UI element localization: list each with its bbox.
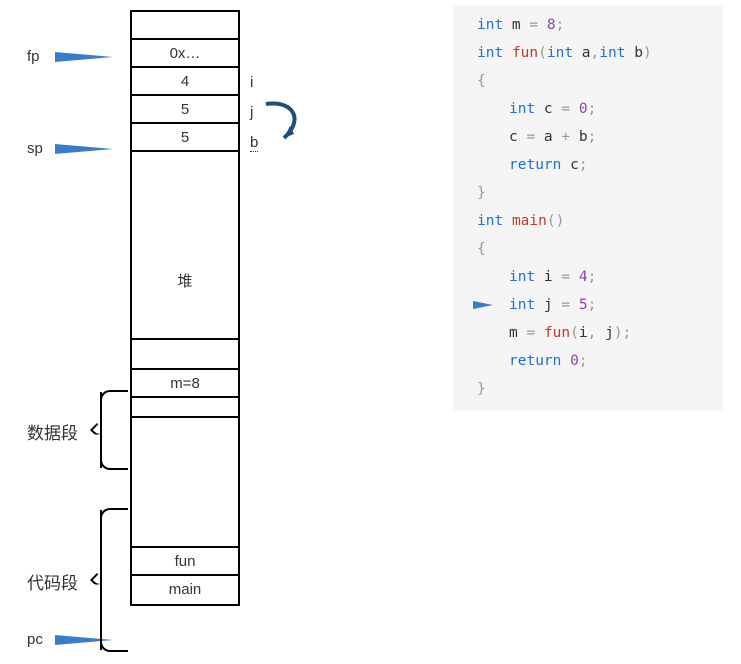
data-seg-bottom (132, 398, 238, 418)
code-cell-fun: fun (132, 548, 238, 576)
code-line: c = a + b; (477, 123, 713, 151)
code-segment-label: 代码段 (27, 569, 78, 594)
fp-arrow-icon (55, 52, 113, 62)
code-block: int m = 8;int fun(int a,int b){int c = 0… (453, 5, 723, 411)
anno-b: b (250, 134, 258, 151)
heap-region: 堆 (132, 152, 238, 340)
code-line: int j = 5; (477, 291, 713, 319)
code-line: } (477, 179, 713, 207)
data-cell-m: m=8 (132, 370, 238, 398)
anno-i: i (250, 74, 253, 91)
brace-code-icon (100, 510, 128, 650)
stack-cell-j: 5 (132, 96, 238, 124)
fp-label: fp (27, 48, 40, 65)
data-seg-top (132, 340, 238, 370)
code-line: } (477, 375, 713, 403)
stack-cell-addr: 0x… (132, 40, 238, 68)
code-line: return 0; (477, 347, 713, 375)
sp-arrow-icon (55, 144, 113, 154)
code-line: m = fun(i, j); (477, 319, 713, 347)
pc-label: pc (27, 631, 43, 648)
copy-arrow-icon (260, 98, 310, 148)
code-line: int c = 0; (477, 95, 713, 123)
code-line: int i = 4; (477, 263, 713, 291)
stack-cell-b: 5 (132, 124, 238, 152)
stack-cell (132, 12, 238, 40)
code-line: int fun(int a,int b) (477, 39, 713, 67)
sp-label: sp (27, 140, 43, 157)
current-line-arrow-icon (473, 301, 493, 309)
code-seg-gap (132, 418, 238, 548)
code-line: int m = 8; (477, 11, 713, 39)
brace-data-icon (100, 392, 128, 468)
code-line: int main() (477, 207, 713, 235)
data-segment-label: 数据段 (27, 419, 78, 444)
memory-column: 0x… 4 5 5 堆 m=8 fun main (130, 10, 240, 606)
code-line: { (477, 235, 713, 263)
code-line: return c; (477, 151, 713, 179)
code-cell-main: main (132, 576, 238, 604)
code-line: { (477, 67, 713, 95)
stack-cell-i: 4 (132, 68, 238, 96)
anno-j: j (250, 104, 253, 121)
